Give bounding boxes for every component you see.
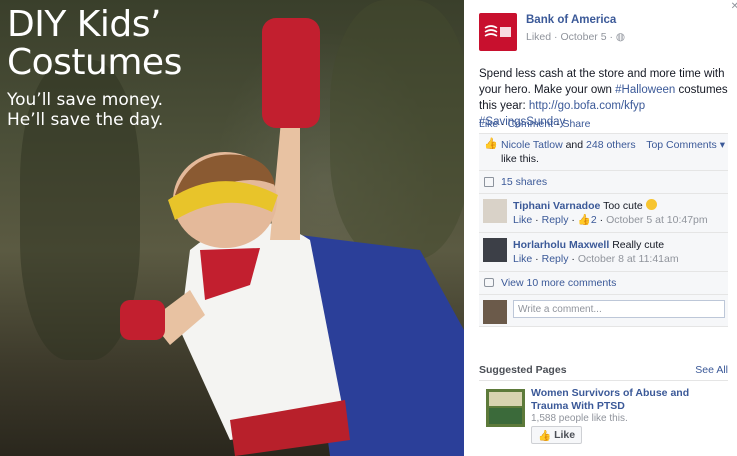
close-icon[interactable]: ✕	[731, 1, 737, 12]
comment-time[interactable]: October 8 at 11:41am	[578, 253, 679, 265]
others-link[interactable]: 248 others	[586, 139, 636, 151]
comment-reply-button[interactable]: Reply	[542, 214, 569, 226]
post-meta: Liked · October 5 · ◍	[526, 31, 626, 43]
avatar[interactable]	[483, 238, 507, 262]
share-icon	[484, 177, 494, 187]
comment-input[interactable]: Write a comment...	[513, 300, 725, 318]
thumbs-up-icon: 👍	[577, 214, 591, 226]
hashtag-halloween[interactable]: #Halloween	[615, 84, 675, 96]
suggested-page-count: 1,588 people like this.	[531, 413, 628, 424]
suggested-title: Suggested Pages	[479, 364, 567, 376]
post-actions: Like · Comment · Share	[479, 118, 591, 130]
suggested-header: Suggested Pages See All	[479, 364, 728, 381]
globe-icon: ◍	[615, 31, 626, 43]
comment-time[interactable]: October 5 at 10:47pm	[606, 214, 708, 226]
comment-author[interactable]: Tiphani Varnadoe	[513, 200, 600, 212]
thumbs-up-icon: 👍	[538, 429, 552, 442]
post-date[interactable]: October 5	[560, 31, 606, 43]
liker-name[interactable]: Nicole Tatlow	[501, 139, 563, 151]
likes-summary: 👍 Nicole Tatlow and 248 others like this…	[479, 134, 728, 171]
bank-of-america-logo[interactable]	[479, 13, 517, 51]
page-thumbnail[interactable]	[486, 389, 525, 427]
post-link[interactable]: http://go.bofa.com/kfyp	[529, 100, 645, 112]
comment-like-button[interactable]: Like	[513, 214, 532, 226]
top-comments-dropdown[interactable]: Top Comments ▾	[646, 138, 725, 152]
view-more-row: View 10 more comments	[479, 272, 728, 295]
post-header: Bank of America Liked · October 5 · ◍ ✕	[479, 1, 737, 53]
comment-item: Tiphani Varnadoe Too cute Like · Reply ·…	[479, 194, 728, 233]
post-photo[interactable]: DIY Kids’ Costumes You’ll save money. He…	[0, 0, 464, 456]
photo-title: DIY Kids’ Costumes	[7, 4, 182, 83]
suggested-pages: Suggested Pages See All Women Survivors …	[479, 364, 728, 444]
comment-text: Really cute	[612, 239, 665, 251]
flag-icon	[484, 25, 511, 37]
feedback-section: 👍 Nicole Tatlow and 248 others like this…	[479, 133, 728, 327]
comment-author[interactable]: Horlarholu Maxwell	[513, 239, 609, 251]
smile-emoji-icon	[645, 199, 657, 210]
suggested-page-name[interactable]: Women Survivors of Abuse and Trauma With…	[531, 387, 727, 413]
view-more-comments-link[interactable]: View 10 more comments	[501, 277, 616, 289]
avatar	[483, 300, 507, 324]
comment-text: Too cute	[603, 200, 643, 212]
comment-bubble-icon	[484, 278, 494, 287]
share-button[interactable]: Share	[562, 118, 590, 130]
suggested-like-button[interactable]: 👍 Like	[531, 426, 583, 444]
comment-button[interactable]: Comment	[508, 118, 554, 130]
like-button[interactable]: Like	[479, 118, 498, 130]
page-name-link[interactable]: Bank of America	[526, 14, 616, 26]
comment-like-button[interactable]: Like	[513, 253, 532, 265]
photo-subtitle: You’ll save money. He’ll save the day.	[7, 90, 164, 130]
shares-row: 15 shares	[479, 171, 728, 194]
comment-reply-button[interactable]: Reply	[542, 253, 569, 265]
liked-status: Liked	[526, 31, 552, 43]
comment-item: Horlarholu Maxwell Really cute Like · Re…	[479, 233, 728, 272]
shares-link[interactable]: 15 shares	[501, 176, 547, 188]
write-comment-row: Write a comment...	[479, 295, 728, 327]
comment-likes-count[interactable]: 👍2	[578, 214, 597, 226]
thumbs-up-icon: 👍	[484, 138, 498, 150]
see-all-link[interactable]: See All	[695, 364, 728, 376]
avatar[interactable]	[483, 199, 507, 223]
